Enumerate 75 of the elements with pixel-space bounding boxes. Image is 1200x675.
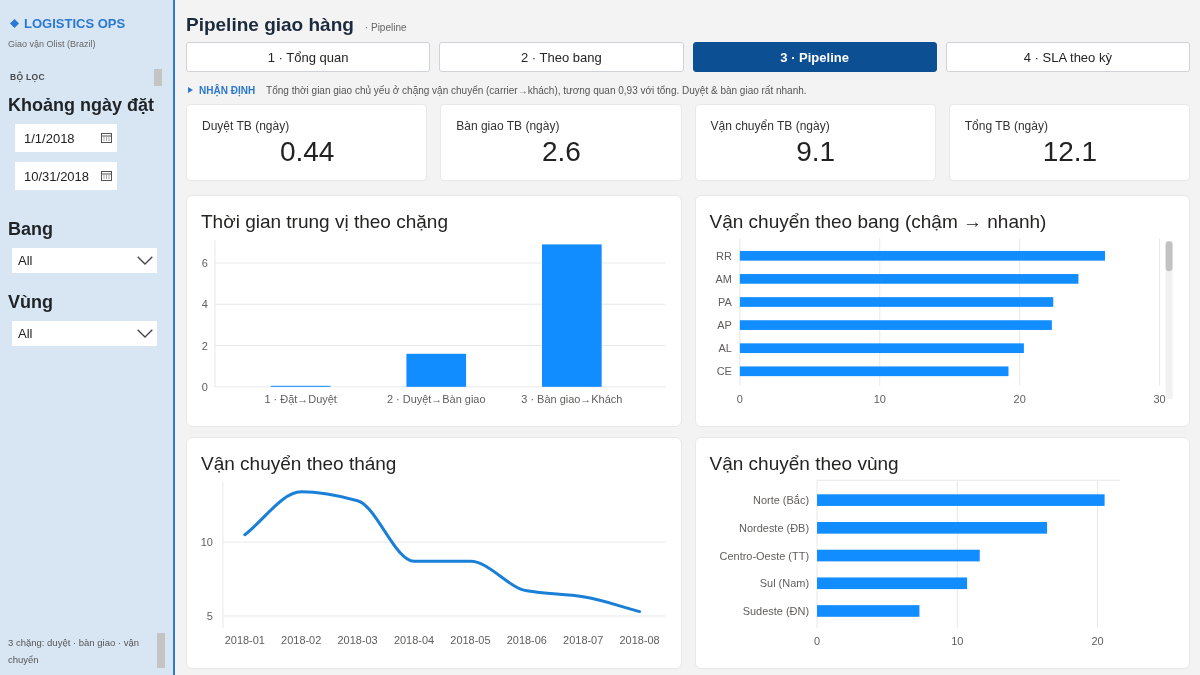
axis-category-label: 2018-01 — [224, 633, 265, 646]
filter-label: Bang — [8, 218, 54, 241]
calendar-icon — [101, 133, 112, 143]
dropdown[interactable]: All — [12, 248, 157, 273]
breadcrumb: · Pipeline — [364, 22, 407, 33]
axis-tick-label: 20 — [1013, 392, 1026, 405]
kpi-label: Tổng TB (ngày) — [964, 118, 1049, 134]
axis-category-label: Norte (Bắc) — [752, 494, 809, 507]
filter-label: Vùng — [8, 291, 54, 314]
footer-note: 3 chặng: duyệt · bàn giao · vận chuyển — [8, 636, 140, 667]
scrollbar-thumb[interactable] — [154, 68, 162, 86]
axis-category-label: 2018-04 — [393, 633, 435, 646]
tab[interactable]: 3 · Pipeline — [692, 42, 937, 72]
axis-tick-label: 0 — [201, 380, 208, 393]
axis-category-label: 2018-02 — [281, 633, 322, 646]
axis-tick-label: 2 — [201, 339, 208, 352]
axis-category-label: 2018-05 — [450, 633, 491, 646]
axis-category-label: CE — [716, 365, 732, 378]
axis-category-label: 2018-08 — [619, 633, 660, 646]
date-field[interactable]: 1/1/2018 — [15, 124, 117, 152]
axis-tick-label: 0 — [813, 634, 820, 647]
axis-category-label: 3 · Bàn giao→Khách — [521, 392, 623, 405]
filter-label: Khoảng ngày đặt — [8, 94, 155, 117]
kpi-value: 2.6 — [540, 135, 582, 169]
kpi-label: Vận chuyển TB (ngày) — [710, 118, 831, 134]
axis-category-label: AM — [714, 272, 732, 285]
axis-tick-label: 0 — [736, 392, 743, 405]
axis-category-label: Sul (Nam) — [759, 577, 809, 590]
chart-title: Vận chuyển theo vùng — [708, 452, 900, 476]
axis-category-label: 2018-03 — [337, 633, 378, 646]
tab[interactable]: 4 · SLA theo kỳ — [945, 42, 1190, 72]
kpi-value: 9.1 — [795, 135, 837, 169]
tab[interactable]: 1 · Tổng quan — [186, 42, 431, 72]
kpi-label: Duyệt TB (ngày) — [202, 118, 291, 134]
scrollbar[interactable] — [1165, 241, 1173, 399]
insight-label: NHẬN ĐỊNH — [199, 84, 256, 96]
axis-tick-label: 10 — [950, 634, 963, 647]
chevron-down-icon — [137, 329, 153, 338]
axis-category-label: 1 · Đặt→Duyệt — [264, 392, 337, 405]
axis-tick-label: 20 — [1091, 634, 1104, 647]
kpi-label: Bàn giao TB (ngày) — [456, 118, 561, 134]
triangle-icon — [188, 87, 193, 93]
dropdown[interactable]: All — [12, 321, 157, 346]
axis-category-label: Centro-Oeste (TT) — [719, 549, 809, 562]
axis-tick-label: 4 — [201, 298, 208, 311]
axis-category-label: AP — [716, 319, 732, 332]
chart-bar — [406, 353, 467, 387]
chart-title: Vận chuyển theo bang (chậm → nhanh) — [708, 210, 1048, 234]
axis-tick-label: 10 — [200, 536, 213, 549]
chart-title: Thời gian trung vị theo chặng — [200, 210, 449, 234]
axis-category-label: RR — [715, 249, 732, 262]
axis-tick-label: 10 — [873, 392, 886, 405]
section-label: BỘ LỌC — [10, 72, 45, 82]
axis-category-label: Nordeste (ĐB) — [738, 521, 809, 534]
brand-subtitle: Giao vận Olist (Brazil) — [8, 38, 97, 51]
page-title: Pipeline giao hàng — [186, 14, 354, 36]
brand-name: LOGISTICS OPS — [24, 15, 126, 31]
axis-category-label: 2018-07 — [563, 633, 604, 646]
kpi-value: 0.44 — [278, 135, 336, 169]
kpi-value: 12.1 — [1041, 135, 1099, 169]
axis-category-label: 2018-06 — [506, 633, 547, 646]
axis-tick-label: 6 — [201, 257, 208, 269]
chart-title: Vận chuyển theo tháng — [200, 452, 398, 476]
axis-category-label: PA — [717, 296, 732, 308]
axis-category-label: AL — [718, 342, 732, 355]
axis-tick-label: 30 — [1153, 392, 1166, 405]
axis-tick-label: 5 — [206, 610, 213, 622]
date-field[interactable]: 10/31/2018 — [15, 162, 117, 190]
tab[interactable]: 2 · Theo bang — [439, 42, 684, 72]
chevron-down-icon — [137, 256, 153, 265]
calendar-icon — [101, 171, 112, 181]
axis-category-label: Sudeste (ĐN) — [742, 605, 809, 617]
diamond-icon — [10, 18, 19, 28]
axis-category-label: 2 · Duyệt→Bàn giao — [386, 392, 486, 405]
scrollbar-thumb[interactable] — [157, 633, 165, 668]
